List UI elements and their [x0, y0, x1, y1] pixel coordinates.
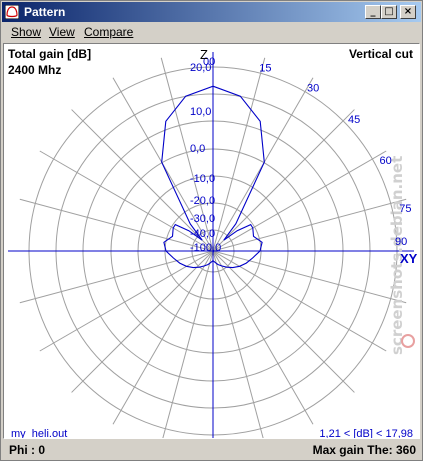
file-label: my_heli.out [11, 428, 68, 439]
minimize-icon: _ [370, 6, 376, 17]
maximize-button[interactable]: □ [381, 5, 397, 19]
menu-view[interactable]: View [49, 25, 75, 40]
grid-spoke [39, 150, 214, 252]
grid-spoke [212, 198, 407, 252]
phi-status: Phi : 0 [9, 443, 46, 457]
angle-tick-label: 75 [399, 203, 411, 215]
grid-spoke [112, 250, 214, 425]
status-bar: Phi : 0 Max gain The: 360 [3, 441, 420, 459]
menu-compare-label: Compare [84, 25, 134, 39]
close-icon: × [403, 6, 413, 17]
window-title: Pattern [24, 5, 66, 19]
angle-tick-label: 30 [307, 83, 319, 95]
menu-show[interactable]: Show [11, 25, 41, 40]
angle-labels: 00153045607590 [203, 56, 412, 248]
menu-bar: Show View Compare [2, 23, 421, 42]
radial-tick-label: -10,0 [190, 173, 215, 185]
angle-tick-label: 60 [379, 155, 391, 167]
grid-spoke [19, 198, 214, 252]
pattern-window: Pattern _ □ × Show View Compare screensh… [0, 0, 423, 461]
grid-spoke [212, 250, 264, 438]
angle-tick-label: 45 [348, 114, 360, 126]
grid-spoke [212, 250, 407, 304]
menu-compare[interactable]: Compare [84, 25, 133, 40]
grid-spoke [162, 250, 214, 438]
angle-tick-label: 15 [259, 63, 271, 75]
radial-tick-label: 10,0 [190, 106, 211, 118]
gain-range-label: 1,21 < [dB] < 17,98 [319, 428, 413, 439]
axis-z-label: Z [200, 47, 208, 62]
grid-spoke [19, 250, 214, 304]
polar-chart: screenshots.debian.net 20,010,00,0-10,0-… [8, 47, 418, 438]
radial-tick-label: -100,0 [190, 242, 221, 254]
menu-show-label: Show [11, 25, 42, 39]
maximize-icon: □ [384, 6, 394, 17]
radial-tick-label: 0,0 [190, 143, 205, 155]
axis-xy-label: XY [400, 251, 418, 266]
quantity-label: Total gain [dB] [8, 47, 92, 61]
grid-spoke [71, 250, 214, 393]
menu-view-label: View [49, 25, 75, 39]
close-button[interactable]: × [400, 5, 416, 19]
cut-label: Vertical cut [348, 47, 413, 61]
title-bar[interactable]: Pattern _ □ × [2, 2, 421, 22]
grid-spoke [212, 109, 355, 252]
polar-plot-area: screenshots.debian.net 20,0 10,0 0,0 -10,0-… [3, 43, 420, 439]
minimize-button[interactable]: _ [365, 5, 381, 19]
grid-spoke [212, 150, 387, 252]
radial-tick-label: -20,0 [190, 195, 215, 207]
app-icon [5, 5, 19, 19]
grid-spoke [212, 250, 355, 393]
grid-spoke [212, 250, 314, 425]
frequency-label: 2400 Mhz [8, 63, 62, 77]
grid-spoke [212, 57, 266, 252]
angle-tick-label: 90 [395, 236, 407, 248]
max-gain-status: Max gain The: 360 [312, 443, 416, 457]
radial-tick-label: -30,0 [190, 213, 215, 225]
